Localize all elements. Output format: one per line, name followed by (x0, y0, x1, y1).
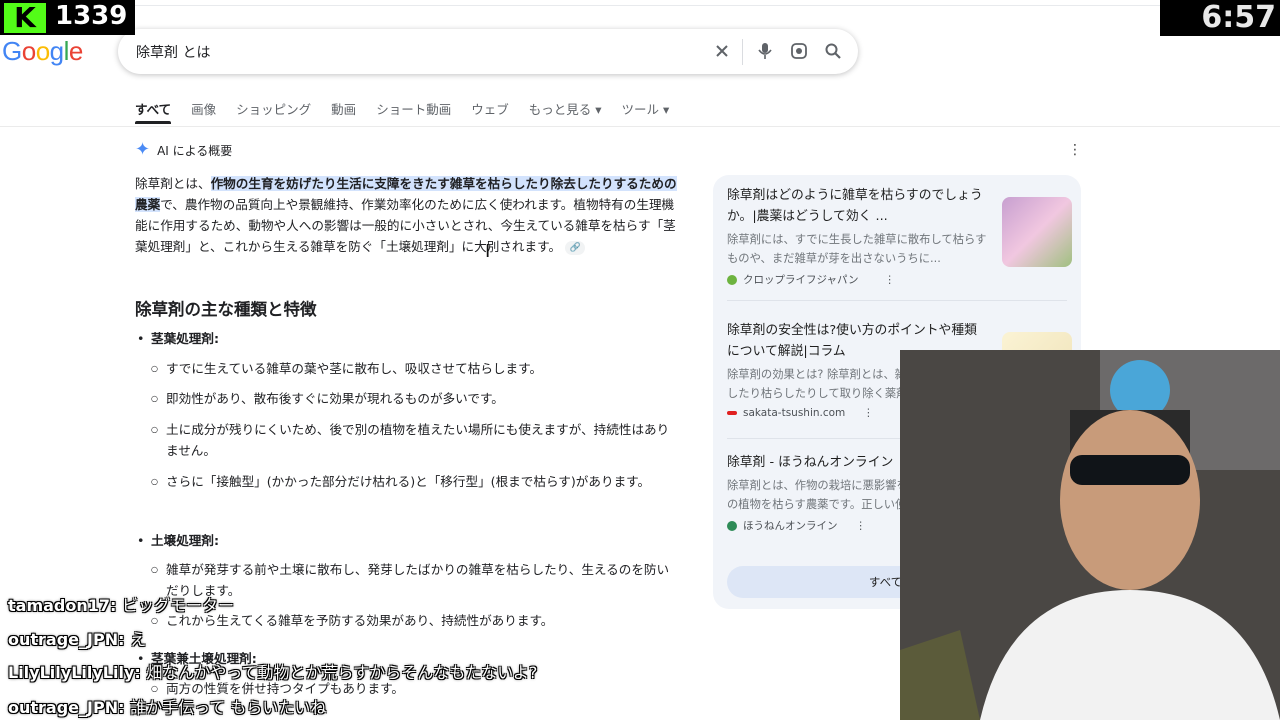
chat-message: LilyLilyLilyLily: 畑なんかやって動物とか荒らすからそんなもたな… (8, 659, 537, 683)
logo-letter: e (68, 36, 83, 66)
ai-overview-label: AI による概要 (157, 143, 233, 158)
chat-message: outrage_JPN: え (8, 626, 146, 650)
chat-username: LilyLilyLilyLily: (8, 663, 141, 682)
type-name: 茎葉処理剤: (151, 331, 220, 346)
source-site: クロップライフジャパン ⋮ (727, 272, 1072, 287)
chat-text: ビッグモーター (122, 596, 235, 615)
logo-letter: o (35, 36, 50, 66)
kick-logo-icon: K (4, 3, 46, 33)
logo-letter: g (49, 36, 64, 66)
tab-item[interactable]: もっと見る ▾ (529, 99, 602, 127)
link-icon[interactable]: 🔗 (565, 240, 586, 255)
chat-text: え (130, 630, 147, 649)
site-favicon-icon (727, 520, 737, 531)
type-item: • 茎葉処理剤: (137, 328, 219, 349)
clear-icon[interactable] (711, 40, 733, 62)
tab-item[interactable]: ウェブ (471, 99, 509, 127)
viewer-count: 1339 (55, 1, 128, 31)
logo-letter: o (21, 36, 36, 66)
source-snippet: 除草剤には、すでに生長した雑草に散布して枯らすものや、まだ雑草が芽を出さないうち… (727, 233, 987, 265)
type-point: 土に成分が残りにくいため、後で別の植物を植えたい場所にも使えますが、持続性はあり… (151, 419, 681, 461)
chat-text: 畑なんかやって動物とか荒らすからそんなもたないよ? (146, 663, 538, 682)
chat-text: 誰か手伝って もらいたいね (130, 698, 327, 717)
type-name: 土壌処理剤: (151, 533, 220, 548)
more-options-icon[interactable]: ⋮ (1068, 142, 1082, 158)
logo-letter: G (2, 36, 22, 66)
search-input[interactable]: 除草剤 とは (136, 42, 210, 62)
search-tabs: すべて 画像 ショッピング 動画 ショート動画 ウェブ もっと見る ▾ ツール ▾ (135, 99, 689, 127)
tab-item[interactable]: 画像 (191, 99, 216, 127)
type-point: 即効性があり、散布後すぐに効果が現れるものが多いです。 (151, 388, 681, 409)
chat-username: tamadon17: (8, 596, 117, 615)
viewer-counter: K 1339 (0, 0, 135, 35)
type-point: さらに「接触型」(かかった部分だけ枯れる)と「移行型」(根まで枯らす)があります… (151, 471, 681, 492)
type-point: すでに生えている雑草の葉や茎に散布し、吸収させて枯らします。 (151, 358, 681, 379)
stream-clock: 6:57 (1160, 0, 1280, 36)
source-menu-icon[interactable]: ⋮ (885, 274, 896, 286)
mic-icon[interactable] (754, 40, 776, 62)
ai-overview-intro: 除草剤とは、作物の生育を妨げたり生活に支障をきたす雑草を枯らしたり除去したりする… (135, 173, 680, 257)
tab-item[interactable]: ツール ▾ (621, 99, 669, 127)
ai-overview-header: ✦ AI による概要 (135, 141, 232, 159)
bullet-icon: • (137, 331, 145, 346)
source-thumbnail[interactable] (1002, 197, 1072, 267)
source-site-name: sakata-tsushin.com (743, 407, 846, 419)
card-divider (727, 300, 1067, 301)
lens-icon[interactable] (788, 40, 810, 62)
search-box[interactable]: 除草剤 とは (118, 29, 858, 74)
search-icon[interactable] (822, 40, 844, 62)
source-title[interactable]: 除草剤はどのように雑草を枯らすのでしょうか。|農薬はどうして効く ... (727, 185, 989, 227)
type-item: • 土壌処理剤: (137, 530, 219, 551)
bullet-icon: • (137, 533, 145, 548)
chat-username: outrage_JPN: (8, 698, 125, 717)
chat-username: outrage_JPN: (8, 630, 125, 649)
tab-item[interactable]: ショッピング (236, 99, 311, 127)
webcam-overlay (900, 350, 1280, 720)
tab-item[interactable]: ショート動画 (376, 99, 451, 127)
source-card[interactable]: 除草剤はどのように雑草を枯らすのでしょうか。|農薬はどうして効く ... 除草剤… (727, 185, 1072, 287)
site-favicon-icon (727, 274, 737, 285)
source-menu-icon[interactable]: ⋮ (856, 520, 867, 532)
text-cursor-icon: I (485, 241, 491, 262)
intro-rest: で、農作物の品質向上や景観維持、作業効率化のために広く使われます。植物特有の生理… (135, 197, 676, 254)
tab-item[interactable]: 動画 (331, 99, 356, 127)
google-logo[interactable]: Google (2, 36, 83, 67)
sparkle-icon: ✦ (135, 139, 151, 160)
chat-message: outrage_JPN: 誰か手伝って もらいたいね (8, 694, 326, 718)
top-border (0, 0, 1280, 6)
source-menu-icon[interactable]: ⋮ (863, 407, 874, 419)
site-favicon-icon (727, 411, 737, 415)
source-site-name: クロップライフジャパン (743, 274, 859, 286)
tab-item[interactable]: すべて (135, 99, 172, 127)
search-divider (742, 39, 743, 65)
section-heading: 除草剤の主な種類と特徴 (135, 300, 317, 319)
source-site-name: ほうねんオンライン (743, 520, 838, 532)
intro-text: 除草剤とは、 (135, 176, 211, 191)
tabs-divider (0, 126, 1280, 127)
chat-message: tamadon17: ビッグモーター (8, 592, 234, 616)
